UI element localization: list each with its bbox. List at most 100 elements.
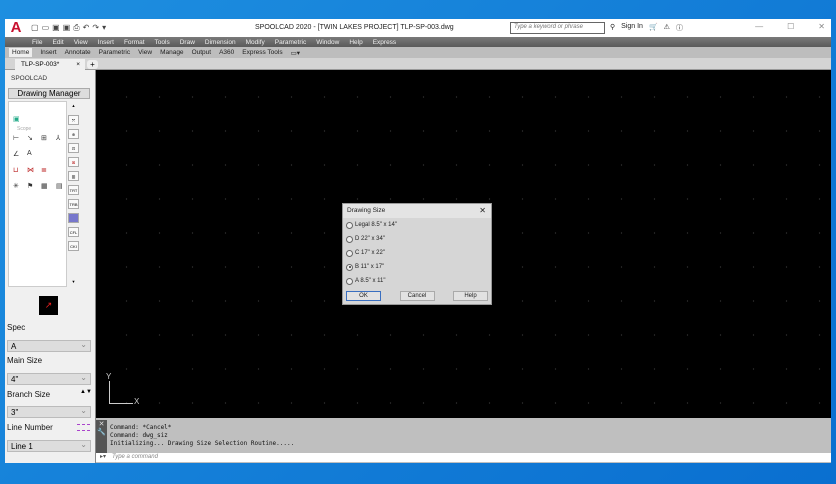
help-button[interactable]: Help (453, 291, 488, 301)
cki-button[interactable]: CKI (68, 241, 79, 251)
size-option[interactable]: D 22" x 34" (343, 232, 491, 246)
size-option[interactable]: C 17" x 22" (343, 246, 491, 260)
tee-tool-icon[interactable]: ⊞ (41, 134, 47, 142)
menu-express[interactable]: Express (373, 39, 396, 46)
cancel-button[interactable]: Cancel (399, 291, 435, 301)
branch-tool-icon[interactable]: ⅄ (56, 134, 60, 142)
trb-button[interactable]: TRB (68, 199, 79, 209)
reducer-tool-icon[interactable]: ≣ (41, 166, 47, 174)
angle-tool-icon[interactable]: ∠ (13, 150, 19, 158)
tab-a360[interactable]: A360 (219, 49, 234, 56)
tab-output[interactable]: Output (192, 49, 212, 56)
menu-window[interactable]: Window (316, 39, 339, 46)
tag-tool-icon[interactable]: ⚑ (27, 182, 33, 190)
valve-tool-icon[interactable]: ⋈ (27, 166, 34, 174)
table-tool-icon[interactable]: ▦ (41, 182, 48, 190)
tab-view[interactable]: View (138, 49, 152, 56)
panel-title: SPOOLCAD (11, 75, 48, 82)
radio-button[interactable] (346, 249, 353, 257)
branch-swap-icon[interactable]: ▲▼ (80, 389, 92, 395)
tab-annotate[interactable]: Annotate (65, 49, 91, 56)
print-icon[interactable]: ⎙ (73, 23, 79, 33)
menu-file[interactable]: File (32, 39, 42, 46)
radio-button[interactable] (346, 221, 353, 229)
menu-modify[interactable]: Modify (246, 39, 265, 46)
dropdown-icon[interactable]: ▾ (102, 23, 106, 33)
sign-in-button[interactable]: Sign In (621, 23, 643, 33)
ok-button[interactable]: OK (346, 291, 381, 301)
close-command-icon[interactable]: ✕ (96, 420, 107, 428)
command-input[interactable]: ▸▾ Type a command (96, 453, 831, 462)
minimize-button[interactable]: — (755, 22, 763, 31)
main-size-select[interactable]: 4" (7, 372, 91, 385)
window-title: SPOOLCAD 2020 - [TWIN LAKES PROJECT] TLP… (255, 24, 454, 31)
radio-button[interactable] (346, 277, 353, 285)
radio-button[interactable] (346, 235, 353, 243)
dialog-close-button[interactable]: ✕ (479, 206, 486, 215)
tab-insert[interactable]: Insert (40, 49, 56, 56)
document-tab[interactable]: TLP-SP-003* × (15, 59, 85, 70)
spool-command-button[interactable]: ↗ (39, 296, 58, 315)
size-option[interactable]: Legal 8.5" x 14" (343, 218, 491, 232)
bolt-icon[interactable]: ⊡ (68, 143, 79, 153)
undo-icon[interactable]: ↶ (83, 23, 90, 33)
app-logo[interactable]: A (5, 19, 27, 37)
scope-tool-icon[interactable]: ▣ (13, 115, 20, 123)
support-tool-icon[interactable]: ✳ (13, 182, 19, 190)
menu-help[interactable]: Help (349, 39, 362, 46)
save-icon[interactable]: ▣ (52, 23, 60, 33)
new-icon[interactable]: ▢ (31, 23, 39, 33)
size-option[interactable]: A 8.5" x 11" (343, 274, 491, 288)
tab-parametric[interactable]: Parametric (99, 49, 130, 56)
menu-dimension[interactable]: Dimension (205, 39, 236, 46)
exchange-icon[interactable]: ⚠ (664, 23, 670, 33)
maximize-button[interactable]: ☐ (787, 22, 794, 31)
close-button[interactable]: ✕ (818, 22, 825, 31)
tab-express-tools[interactable]: Express Tools (242, 49, 282, 56)
tab-manage[interactable]: Manage (160, 49, 184, 56)
cfl-button[interactable]: CFL (68, 227, 79, 237)
cart-icon[interactable]: 🛒 (649, 23, 658, 33)
customize-icon[interactable]: 🔧 (96, 428, 107, 436)
stack-icon[interactable]: ▥ (68, 171, 79, 181)
spec-select[interactable]: A (7, 339, 91, 352)
drawing-canvas[interactable]: Y X Drawing Size ✕ Legal 8.5" x 14" D 22" … (96, 70, 831, 418)
drawing-manager-button[interactable]: Drawing Manager (8, 88, 90, 99)
flange-tool-icon[interactable]: ⊔ (13, 166, 18, 174)
line-style-icon[interactable] (77, 424, 90, 431)
cross-icon[interactable]: ⤧ (68, 115, 79, 125)
menu-insert[interactable]: Insert (98, 39, 114, 46)
document-tab-label: TLP-SP-003* (21, 61, 60, 68)
new-tab-button[interactable]: + (87, 60, 98, 69)
trt-button[interactable]: TRT (68, 185, 79, 195)
redo-icon[interactable]: ↷ (92, 23, 99, 33)
scroll-up-icon[interactable]: ▲ (68, 101, 79, 111)
scroll-down-icon[interactable]: ▼ (68, 277, 79, 287)
text-tool-icon[interactable]: A (27, 150, 32, 157)
menu-tools[interactable]: Tools (155, 39, 170, 46)
elbow-tool-icon[interactable]: ↘ (27, 134, 33, 142)
menu-draw[interactable]: Draw (180, 39, 195, 46)
open-icon[interactable]: ▭ (42, 23, 50, 33)
side-toolbar: ▲ ⤧ ⊕ ⊡ ⊠ ▥ TRT TRB CFL CKI ▼ (68, 101, 81, 287)
save-as-icon[interactable]: ▣ (63, 23, 71, 33)
help-icon[interactable]: ⓘ (676, 23, 683, 33)
tab-home[interactable]: Home (9, 48, 33, 57)
ribbon-toggle-icon[interactable]: ▭▾ (291, 49, 300, 57)
menu-view[interactable]: View (74, 39, 88, 46)
gasket-icon[interactable]: ⊠ (68, 157, 79, 167)
line-number-select[interactable]: Line 1 (7, 439, 91, 452)
search-input[interactable]: Type a keyword or phrase (510, 22, 605, 34)
close-tab-icon[interactable]: × (76, 61, 80, 68)
size-option[interactable]: B 11" x 17" (343, 260, 491, 274)
menu-format[interactable]: Format (124, 39, 145, 46)
list-tool-icon[interactable]: ▤ (56, 182, 63, 190)
branch-size-select[interactable]: 3" (7, 405, 91, 418)
menu-parametric[interactable]: Parametric (275, 39, 306, 46)
radio-button[interactable] (346, 263, 353, 271)
color-icon[interactable] (68, 213, 79, 223)
menu-edit[interactable]: Edit (52, 39, 63, 46)
pipe-tool-icon[interactable]: ⊢ (13, 134, 19, 142)
binoculars-icon[interactable]: ⚲ (610, 23, 615, 33)
weld-icon[interactable]: ⊕ (68, 129, 79, 139)
